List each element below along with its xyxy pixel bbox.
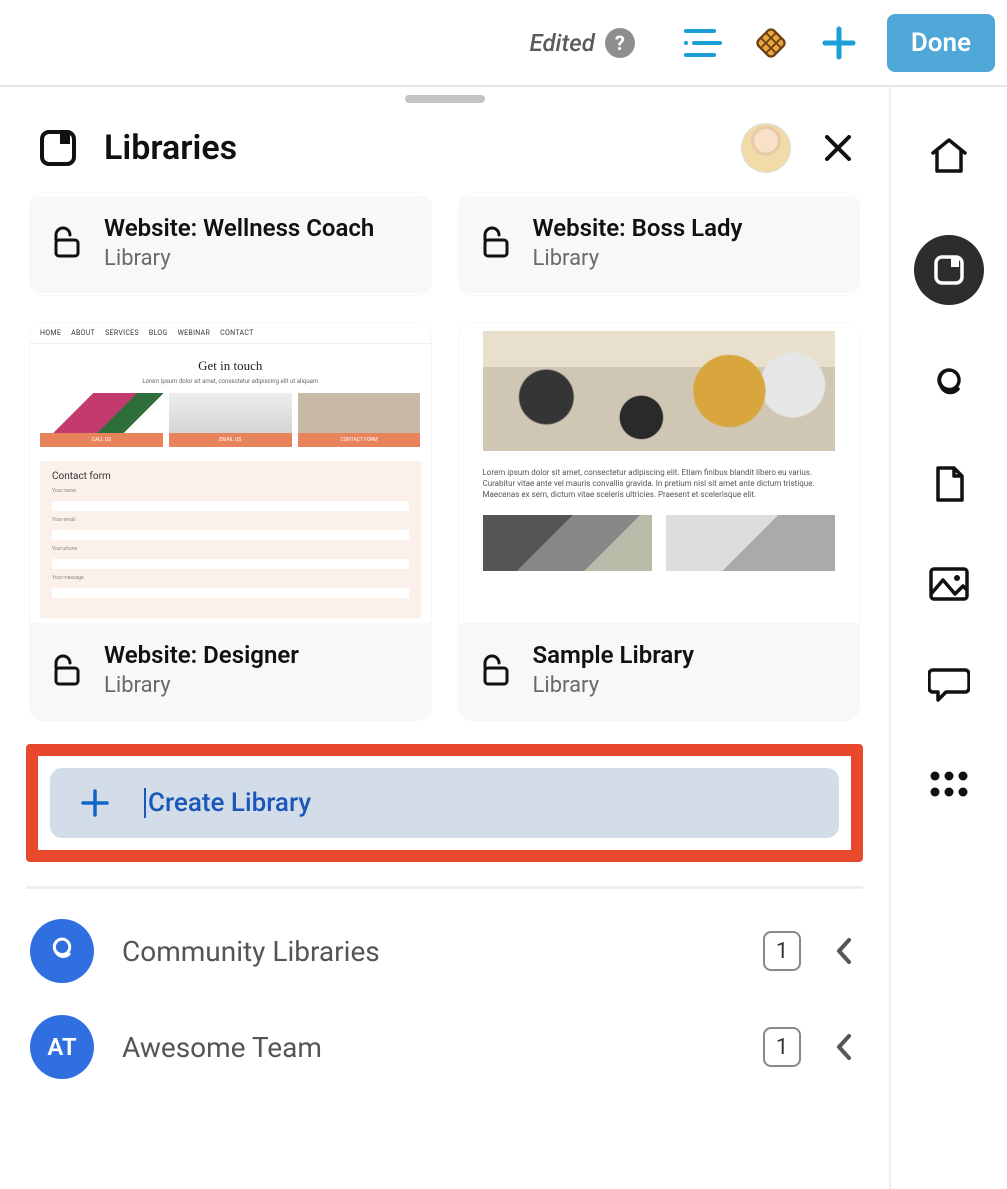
library-card[interactable]: Website: Wellness Coach Library: [30, 193, 431, 295]
add-icon[interactable]: [819, 23, 859, 63]
card-title: Sample Library: [533, 641, 695, 669]
team-avatar: AT: [30, 1015, 94, 1079]
card-subtitle: Library: [104, 246, 374, 271]
home-icon[interactable]: [928, 135, 970, 177]
library-tab-icon[interactable]: [914, 235, 984, 305]
chat-icon[interactable]: [928, 663, 970, 705]
unlock-icon: [50, 653, 84, 687]
panel-title: Libraries: [104, 128, 237, 168]
unlock-icon: [479, 653, 513, 687]
group-label: Awesome Team: [122, 1031, 735, 1064]
edited-label: Edited: [530, 29, 595, 57]
community-icon: [30, 919, 94, 983]
close-icon[interactable]: [817, 133, 859, 163]
count-badge: 1: [763, 1027, 801, 1067]
apps-icon[interactable]: [928, 763, 970, 805]
library-card[interactable]: Website: Boss Lady Library: [459, 193, 860, 295]
card-preview: HOMEABOUTSERVICESBLOGWEBINARCONTACT Get …: [30, 323, 431, 623]
card-title: Website: Wellness Coach: [104, 214, 374, 242]
card-title: Website: Boss Lady: [533, 214, 743, 242]
file-icon[interactable]: [928, 463, 970, 505]
chevron-left-icon[interactable]: [829, 937, 859, 965]
library-card[interactable]: Lorem ipsum dolor sit amet, consectetur …: [459, 323, 860, 720]
card-preview: Lorem ipsum dolor sit amet, consectetur …: [459, 323, 860, 623]
help-icon[interactable]: ?: [605, 28, 635, 58]
card-subtitle: Library: [104, 673, 299, 698]
library-group-row[interactable]: AT Awesome Team 1: [30, 1015, 859, 1079]
card-subtitle: Library: [533, 246, 743, 271]
create-library-input[interactable]: [144, 788, 809, 818]
top-toolbar: Edited ? Done: [0, 0, 1007, 87]
chevron-left-icon[interactable]: [829, 1033, 859, 1061]
right-sidebar: [889, 87, 1007, 1189]
count-badge: 1: [763, 931, 801, 971]
user-avatar[interactable]: [741, 123, 791, 173]
card-subtitle: Library: [533, 673, 695, 698]
done-button[interactable]: Done: [887, 14, 995, 72]
plus-icon: [80, 788, 110, 818]
drag-handle[interactable]: [405, 95, 485, 103]
swirl-icon[interactable]: [928, 363, 970, 405]
waffle-icon[interactable]: [751, 23, 791, 63]
group-label: Community Libraries: [122, 935, 735, 968]
libraries-panel: Libraries Website: Wellness Coach Lib: [0, 87, 889, 1189]
outline-icon[interactable]: [683, 23, 723, 63]
unlock-icon: [50, 225, 84, 259]
image-icon[interactable]: [928, 563, 970, 605]
create-library-highlight: [26, 744, 863, 862]
create-library-row[interactable]: [50, 768, 839, 838]
unlock-icon: [479, 225, 513, 259]
edited-status: Edited ?: [530, 28, 635, 58]
library-group-row[interactable]: Community Libraries 1: [30, 919, 859, 983]
library-icon: [38, 128, 78, 168]
library-card[interactable]: HOMEABOUTSERVICESBLOGWEBINARCONTACT Get …: [30, 323, 431, 720]
card-title: Website: Designer: [104, 641, 299, 669]
